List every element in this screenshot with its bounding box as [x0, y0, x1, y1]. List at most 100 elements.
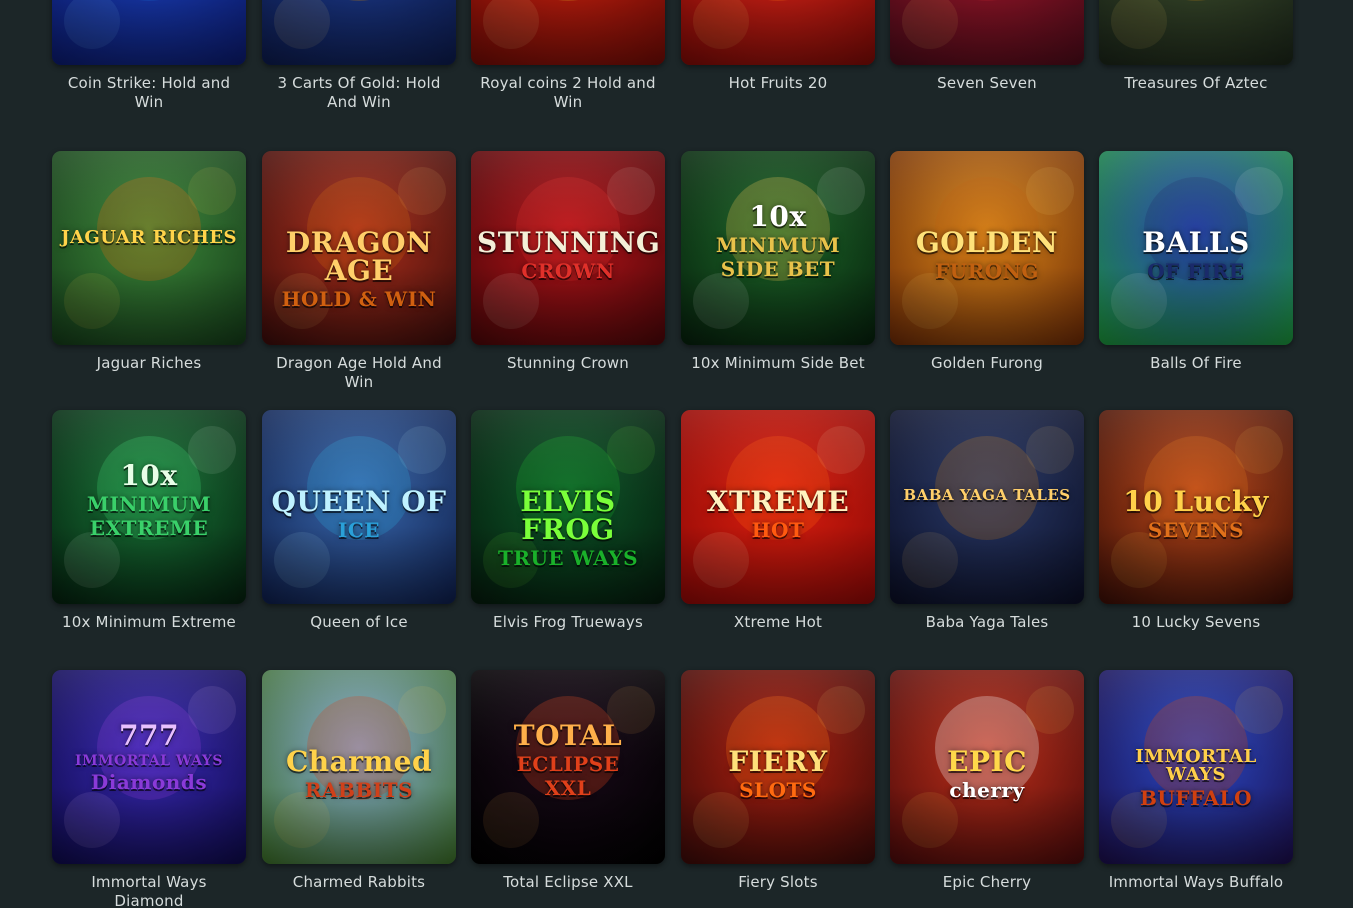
game-tile-10x-minimum-side-bet[interactable]: 10x MINIMUM SIDE BET 10x Minimum Side Bet: [681, 151, 875, 373]
game-thumbnail[interactable]: 10x MINIMUM EXTREME: [52, 410, 246, 604]
game-tile-epic-cherry[interactable]: EPIC cherry Epic Cherry: [890, 670, 1084, 892]
game-tile-elvis-frog-trueways[interactable]: ELVIS FROG TRUE WAYS Elvis Frog Trueways: [471, 410, 665, 632]
game-logo-text: 10 Lucky: [1123, 485, 1269, 518]
game-logo-text: EPIC: [947, 745, 1027, 778]
game-logo-text: BUFFALO: [1139, 786, 1253, 810]
game-thumbnail[interactable]: TOTAL ECLIPSE XXL: [471, 670, 665, 864]
game-tile-seven-seven[interactable]: Seven Seven: [890, 0, 1084, 93]
game-title[interactable]: 10 Lucky Sevens: [1099, 613, 1293, 632]
game-thumbnail[interactable]: FIERY SLOTS: [681, 670, 875, 864]
game-tile-xtreme-hot[interactable]: XTREME HOT Xtreme Hot: [681, 410, 875, 632]
game-tile-baba-yaga-tales[interactable]: BABA YAGA TALES Baba Yaga Tales: [890, 410, 1084, 632]
game-title[interactable]: Stunning Crown: [471, 354, 665, 373]
game-thumbnail[interactable]: AZTEC: [1099, 0, 1293, 65]
game-tile-10x-minimum-extreme[interactable]: 10x MINIMUM EXTREME 10x Minimum Extreme: [52, 410, 246, 632]
game-thumbnail[interactable]: EPIC cherry: [890, 670, 1084, 864]
game-tile-immortal-ways-diamond[interactable]: 777 IMMORTAL WAYS Diamonds Immortal Ways Di…: [52, 670, 246, 908]
game-tile-fiery-slots[interactable]: FIERY SLOTS Fiery Slots: [681, 670, 875, 892]
game-thumbnail[interactable]: BABA YAGA TALES: [890, 410, 1084, 604]
game-title[interactable]: Epic Cherry: [890, 873, 1084, 892]
game-title[interactable]: Hot Fruits 20: [681, 74, 875, 93]
game-logo-text: FIERY: [728, 745, 828, 778]
game-thumbnail[interactable]: IMMORTAL WAYS BUFFALO: [1099, 670, 1293, 864]
game-title[interactable]: Treasures Of Aztec: [1099, 74, 1293, 93]
game-artwork: [52, 0, 246, 65]
game-tile-charmed-rabbits[interactable]: Charmed RABBITS Charmed Rabbits: [262, 670, 456, 892]
game-logo-text: MINIMUM: [86, 492, 212, 516]
game-logo: BABA YAGA TALES: [896, 488, 1078, 503]
game-logo-text: XXL: [544, 776, 592, 800]
game-tile-hot-fruits-20[interactable]: FRUITS 20 Hot Fruits 20: [681, 0, 875, 93]
game-tile-jaguar-riches[interactable]: JAGUAR RICHES Jaguar Riches: [52, 151, 246, 373]
game-thumbnail[interactable]: [890, 0, 1084, 65]
game-tile-queen-of-ice[interactable]: QUEEN OF ICE Queen of Ice: [262, 410, 456, 632]
game-thumbnail[interactable]: BALLS OF FIRE: [1099, 151, 1293, 345]
game-tile-dragon-age-hold-and-win[interactable]: DRAGON AGE HOLD & WIN Dragon Age Hold And …: [262, 151, 456, 392]
game-logo-text: ECLIPSE: [516, 752, 620, 776]
game-title[interactable]: Queen of Ice: [262, 613, 456, 632]
game-logo-text: 10x: [749, 200, 807, 233]
game-logo: QUEEN OF ICE: [268, 485, 450, 541]
game-title[interactable]: Baba Yaga Tales: [890, 613, 1084, 632]
game-thumbnail[interactable]: FRUITS 20: [681, 0, 875, 65]
game-thumbnail[interactable]: GOLDHOLD AND WIN: [262, 0, 456, 65]
game-tile-10-lucky-sevens[interactable]: 10 Lucky SEVENS 10 Lucky Sevens: [1099, 410, 1293, 632]
game-title[interactable]: Immortal Ways Buffalo: [1099, 873, 1293, 892]
game-logo: XTREME HOT: [687, 485, 869, 541]
game-title[interactable]: Seven Seven: [890, 74, 1084, 93]
game-title[interactable]: Golden Furong: [890, 354, 1084, 373]
game-logo: EPIC cherry: [896, 745, 1078, 801]
game-tile-immortal-ways-buffalo[interactable]: IMMORTAL WAYS BUFFALO Immortal Ways Buffal…: [1099, 670, 1293, 892]
game-logo: ELVIS FROG TRUE WAYS: [477, 488, 659, 569]
game-logo-text: TOTAL: [513, 719, 623, 752]
game-logo: FIERY SLOTS: [687, 745, 869, 801]
game-thumbnail[interactable]: Charmed RABBITS: [262, 670, 456, 864]
game-title[interactable]: 10x Minimum Extreme: [52, 613, 246, 632]
game-title[interactable]: Dragon Age Hold And Win: [262, 354, 456, 392]
game-thumbnail[interactable]: STUNNING CROWN: [471, 151, 665, 345]
game-tile-balls-of-fire[interactable]: BALLS OF FIRE Balls Of Fire: [1099, 151, 1293, 373]
game-thumbnail[interactable]: 10x MINIMUM SIDE BET: [681, 151, 875, 345]
game-title[interactable]: 10x Minimum Side Bet: [681, 354, 875, 373]
game-title[interactable]: Fiery Slots: [681, 873, 875, 892]
game-logo-text: HOLD & WIN: [281, 287, 437, 311]
game-logo: TOTAL ECLIPSE XXL: [477, 719, 659, 800]
game-title[interactable]: Coin Strike: Hold and Win: [52, 74, 246, 112]
game-thumbnail[interactable]: JAGUAR RICHES: [52, 151, 246, 345]
game-logo-text: IMMORTAL WAYS: [1135, 746, 1257, 785]
game-tile-royal-coins-2-hold-and-win[interactable]: COINS 2HOLD AND WIN Royal coins 2 Hold an…: [471, 0, 665, 112]
game-logo-text: STUNNING: [477, 226, 661, 259]
game-thumbnail[interactable]: 777 IMMORTAL WAYS Diamonds: [52, 670, 246, 864]
game-tile-total-eclipse-xxl[interactable]: TOTAL ECLIPSE XXL Total Eclipse XXL: [471, 670, 665, 892]
game-tile-stunning-crown[interactable]: STUNNING CROWN Stunning Crown: [471, 151, 665, 373]
game-logo-text: DRAGON AGE: [285, 226, 433, 287]
game-title[interactable]: Xtreme Hot: [681, 613, 875, 632]
game-logo: STUNNING CROWN: [477, 226, 661, 283]
game-title[interactable]: Elvis Frog Trueways: [471, 613, 665, 632]
game-tile-golden-furong[interactable]: GOLDEN FURONG Golden Furong: [890, 151, 1084, 373]
game-title[interactable]: Balls Of Fire: [1099, 354, 1293, 373]
game-logo-text: XTREME: [706, 485, 850, 518]
game-thumbnail[interactable]: 10 Lucky SEVENS: [1099, 410, 1293, 604]
game-tile-3-carts-of-gold-hold-and-win[interactable]: GOLDHOLD AND WIN 3 Carts Of Gold: Hold An…: [262, 0, 456, 112]
game-thumbnail[interactable]: GOLDEN FURONG: [890, 151, 1084, 345]
game-logo-text: QUEEN OF: [271, 485, 447, 518]
game-thumbnail[interactable]: COINS 2HOLD AND WIN: [471, 0, 665, 65]
game-title[interactable]: Total Eclipse XXL: [471, 873, 665, 892]
game-artwork: [890, 410, 1084, 604]
game-logo-text: BALLS: [1142, 226, 1250, 259]
game-title[interactable]: Charmed Rabbits: [262, 873, 456, 892]
game-thumbnail[interactable]: STRIKEHOLD AND WIN 3x3: [52, 0, 246, 65]
game-logo-text: CROWN: [521, 259, 615, 283]
game-title[interactable]: Royal coins 2 Hold and Win: [471, 74, 665, 112]
game-thumbnail[interactable]: QUEEN OF ICE: [262, 410, 456, 604]
game-title[interactable]: Jaguar Riches: [52, 354, 246, 373]
game-tile-coin-strike-hold-and-win[interactable]: STRIKEHOLD AND WIN 3x3 Coin Strike: Hold …: [52, 0, 246, 112]
game-artwork: [681, 0, 875, 65]
game-title[interactable]: 3 Carts Of Gold: Hold And Win: [262, 74, 456, 112]
game-thumbnail[interactable]: DRAGON AGE HOLD & WIN: [262, 151, 456, 345]
game-thumbnail[interactable]: ELVIS FROG TRUE WAYS: [471, 410, 665, 604]
game-title[interactable]: Immortal Ways Diamond: [52, 873, 246, 908]
game-tile-treasures-of-aztec[interactable]: AZTEC Treasures Of Aztec: [1099, 0, 1293, 93]
game-thumbnail[interactable]: XTREME HOT: [681, 410, 875, 604]
